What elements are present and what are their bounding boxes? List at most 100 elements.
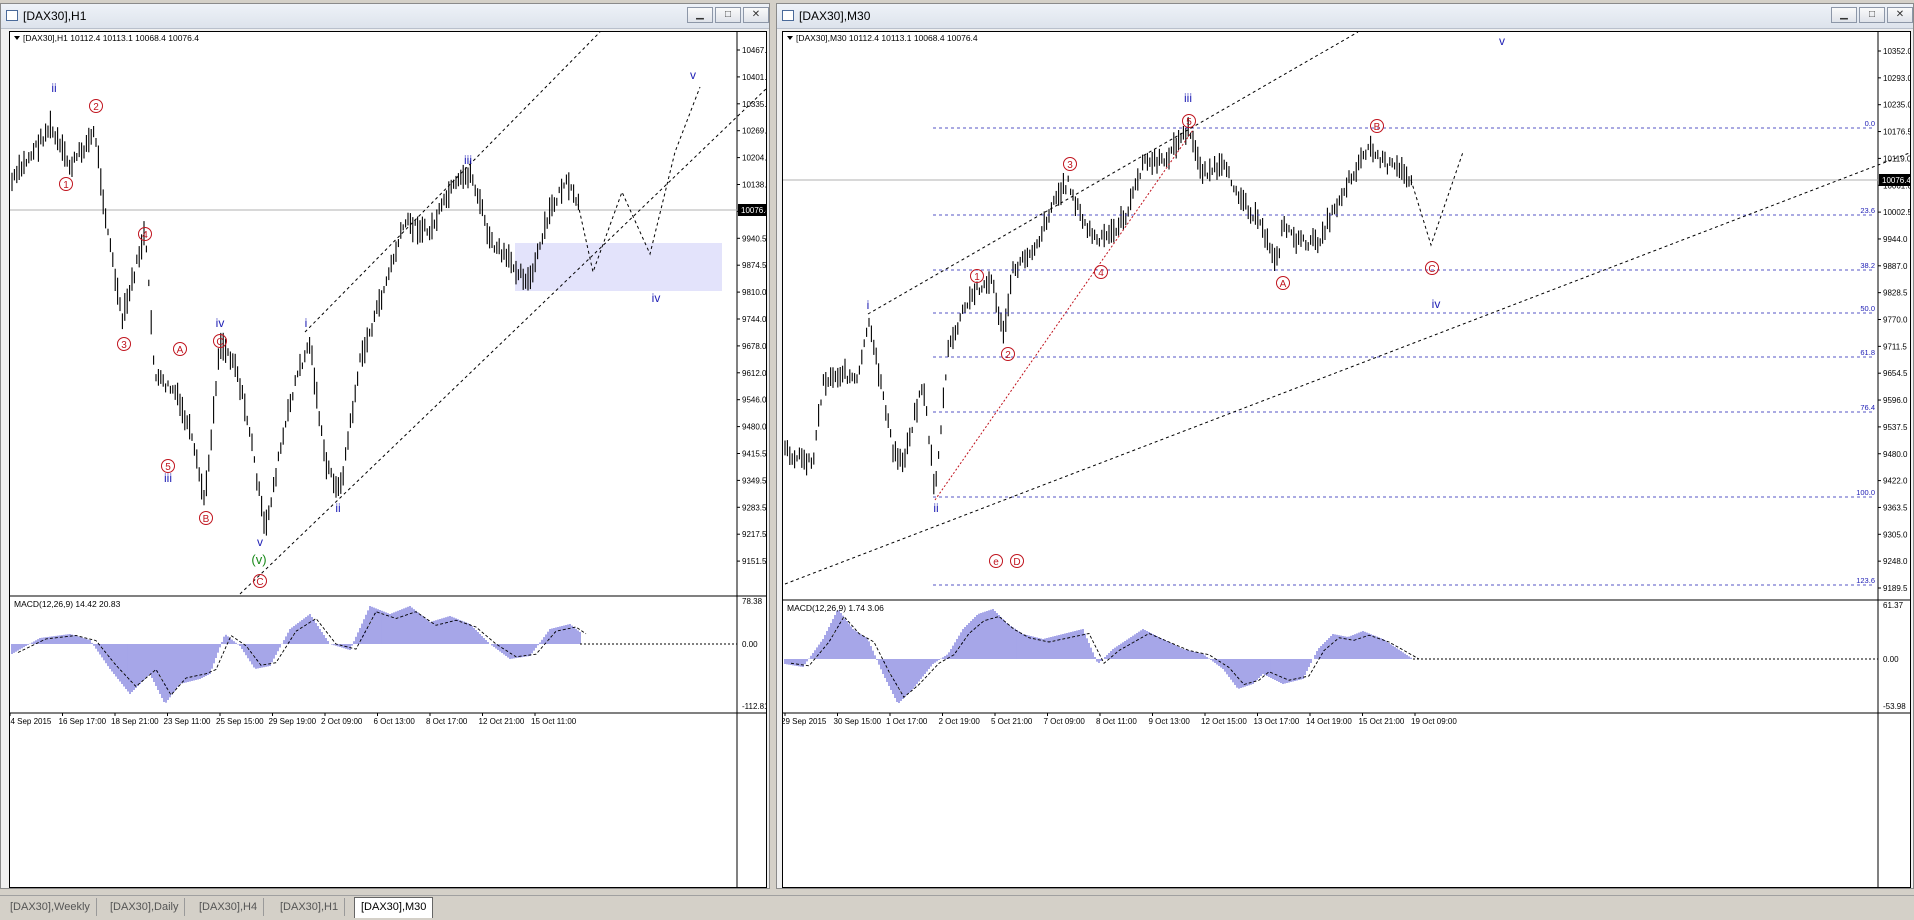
macd-indicator-label: MACD(12,26,9) 14.42 20.83 <box>14 599 121 609</box>
minimize-button[interactable]: ▁ <box>1831 7 1857 23</box>
wave-label-blue: iii <box>464 153 472 167</box>
tab-m30[interactable]: [DAX30],M30 <box>354 897 434 918</box>
current-price-label: 10076.4 <box>1882 176 1911 185</box>
price-tick-label: 9810.0 <box>742 288 767 297</box>
current-price-label: 10076.4 <box>741 206 767 215</box>
dropdown-arrow-icon <box>14 36 20 40</box>
time-tick-label: 19 Oct 09:00 <box>1411 717 1457 726</box>
price-tick-label: 9887.0 <box>1883 262 1908 271</box>
price-tick-label: 9151.5 <box>742 557 767 566</box>
macd-scale-label: -112.81 <box>742 702 767 711</box>
time-tick-label: 7 Oct 09:00 <box>1044 717 1086 726</box>
dropdown-arrow-icon <box>787 36 793 40</box>
wave-label-red: A <box>1280 279 1287 290</box>
wave-label-red: C <box>216 337 223 348</box>
projection-path <box>1410 151 1464 247</box>
fibonacci-level-label: 50.0 <box>1860 304 1875 313</box>
upper-channel-line <box>867 32 1359 315</box>
maximize-button[interactable]: □ <box>1859 7 1885 23</box>
time-tick-label: 2 Oct 19:00 <box>939 717 981 726</box>
price-tick-label: 9940.5 <box>742 234 767 243</box>
price-tick-label: 10138.5 <box>742 181 767 190</box>
wave-label-red: A <box>177 345 184 356</box>
wave-label-red: D <box>1013 557 1020 568</box>
fibonacci-level-label: 100.0 <box>1856 488 1875 497</box>
close-button[interactable]: ✕ <box>1887 7 1913 23</box>
wave-label-blue: v <box>1499 34 1505 48</box>
wave-label-red: 1 <box>63 180 69 191</box>
price-tick-label: 9480.0 <box>1883 450 1908 459</box>
chart-canvas[interactable]: [DAX30],M30 10112.4 10113.1 10068.4 1007… <box>782 31 1911 888</box>
wave-label-red: 3 <box>121 340 127 351</box>
price-chart[interactable]: [DAX30],M30 10112.4 10113.1 10068.4 1007… <box>783 32 1911 888</box>
price-tick-label: 9546.0 <box>742 396 767 405</box>
macd-scale-label: 0.00 <box>1883 655 1899 664</box>
window-titlebar[interactable]: [DAX30],M30 ▁ □ ✕ <box>777 4 1913 29</box>
price-tick-label: 10269.0 <box>742 127 767 136</box>
maximize-button[interactable]: □ <box>715 7 741 23</box>
wave-label-red: 4 <box>1098 268 1104 279</box>
wave-label-red: e <box>993 557 999 568</box>
time-tick-label: 6 Oct 13:00 <box>374 717 416 726</box>
window-title: [DAX30],M30 <box>799 9 871 23</box>
wave-label-blue: ii <box>335 501 340 515</box>
time-tick-label: 30 Sep 15:00 <box>834 717 882 726</box>
wave-label-blue: i <box>305 316 308 330</box>
fibonacci-level-label: 23.6 <box>1860 206 1875 215</box>
wave-label-red: 5 <box>165 462 171 473</box>
fibonacci-level-label: 76.4 <box>1860 403 1875 412</box>
price-tick-label: 9480.0 <box>742 423 767 432</box>
time-tick-label: 12 Oct 15:00 <box>1201 717 1247 726</box>
time-tick-label: 1 Oct 17:00 <box>886 717 928 726</box>
time-tick-label: 29 Sep 2015 <box>783 717 827 726</box>
wave-label-red: 1 <box>974 272 980 283</box>
price-tick-label: 10335.0 <box>742 100 767 109</box>
price-tick-label: 9217.5 <box>742 530 767 539</box>
minimize-button[interactable]: ▁ <box>687 7 713 23</box>
price-tick-label: 9828.5 <box>1883 289 1908 298</box>
wave-label-blue: i <box>867 298 870 312</box>
time-tick-label: 2 Oct 09:00 <box>321 717 363 726</box>
wave-label-blue: v <box>690 68 696 82</box>
price-tick-label: 9248.0 <box>1883 557 1908 566</box>
price-tick-label: 10176.5 <box>1883 128 1911 137</box>
price-tick-label: 9654.5 <box>1883 369 1908 378</box>
macd-scale-label: 78.38 <box>742 597 763 606</box>
price-tick-label: 9596.0 <box>1883 396 1908 405</box>
tab-daily[interactable]: [DAX30],Daily <box>104 898 186 916</box>
retracement-line <box>934 129 1194 501</box>
tab-h1[interactable]: [DAX30],H1 <box>274 898 346 916</box>
price-tick-label: 9349.5 <box>742 476 767 485</box>
wave-label-red: 2 <box>93 102 99 113</box>
chart-window-h1: [DAX30],H1 ▁ □ ✕ [DAX30],H1 10112.4 1011… <box>0 3 770 889</box>
window-title: [DAX30],H1 <box>23 9 87 23</box>
price-tick-label: 9422.0 <box>1883 477 1908 486</box>
wave-label-blue: v <box>257 535 263 549</box>
macd-indicator-label: MACD(12,26,9) 1.74 3.06 <box>787 603 884 613</box>
price-tick-label: 9537.5 <box>1883 423 1908 432</box>
fibonacci-level-label: 61.8 <box>1860 348 1875 357</box>
price-tick-label: 10352.0 <box>1883 47 1911 56</box>
tab-weekly[interactable]: [DAX30],Weekly <box>4 898 97 916</box>
price-tick-label: 9415.5 <box>742 450 767 459</box>
time-tick-label: 25 Sep 15:00 <box>216 717 264 726</box>
price-tick-label: 9678.0 <box>742 342 767 351</box>
chart-window-m30: [DAX30],M30 ▁ □ ✕ [DAX30],M30 10112.4 10… <box>776 3 1914 889</box>
tab-h4[interactable]: [DAX30],H4 <box>193 898 265 916</box>
time-tick-label: 9 Oct 13:00 <box>1149 717 1191 726</box>
close-button[interactable]: ✕ <box>743 7 769 23</box>
wave-label-red: 4 <box>142 230 148 241</box>
symbol-info-text: [DAX30],H1 10112.4 10113.1 10068.4 10076… <box>23 33 199 43</box>
window-titlebar[interactable]: [DAX30],H1 ▁ □ ✕ <box>1 4 769 29</box>
time-tick-label: 15 Oct 11:00 <box>531 717 577 726</box>
price-tick-label: 10204.5 <box>742 154 767 163</box>
wave-label-blue: iv <box>216 316 225 330</box>
chart-canvas[interactable]: [DAX30],H1 10112.4 10113.1 10068.4 10076… <box>9 31 767 888</box>
price-tick-label: 9770.0 <box>1883 316 1908 325</box>
time-tick-label: 13 Oct 17:00 <box>1254 717 1300 726</box>
time-tick-label: 14 Sep 2015 <box>10 717 52 726</box>
price-chart[interactable]: [DAX30],H1 10112.4 10113.1 10068.4 10076… <box>10 32 767 888</box>
price-tick-label: 9874.5 <box>742 261 767 270</box>
macd-scale-label: 61.37 <box>1883 601 1904 610</box>
price-tick-label: 10293.0 <box>1883 74 1911 83</box>
